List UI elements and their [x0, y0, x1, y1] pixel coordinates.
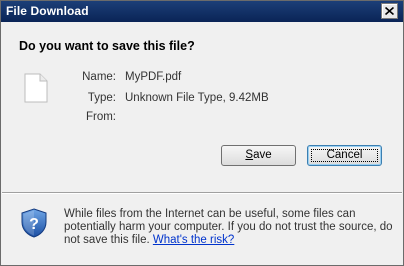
save-label-rest: ave — [253, 149, 272, 161]
cancel-button-label: Cancel — [326, 149, 363, 161]
from-label: From: — [85, 111, 116, 123]
window-title: File Download — [6, 4, 89, 18]
file-download-dialog: File Download Do you want to save this f… — [0, 0, 404, 266]
save-button[interactable]: Save — [221, 145, 296, 166]
close-icon — [385, 7, 394, 15]
file-name-value: MyPDF.pdf — [125, 71, 182, 83]
svg-text:?: ? — [29, 216, 39, 233]
name-label: Name: — [82, 71, 116, 83]
shield-icon: ? — [21, 208, 47, 238]
save-access-key: S — [245, 149, 254, 161]
whats-the-risk-link[interactable]: What's the risk? — [153, 234, 234, 246]
type-label: Type: — [87, 92, 116, 104]
title-bar[interactable]: File Download — [1, 1, 403, 22]
warning-message: While files from the Internet can be use… — [64, 208, 394, 246]
cancel-button[interactable]: Cancel — [307, 145, 382, 166]
close-button[interactable] — [381, 3, 398, 19]
security-warning: ? While files from the Internet can be u… — [2, 194, 402, 265]
save-button-label: Save — [245, 149, 271, 161]
dialog-question: Do you want to save this file? — [19, 39, 195, 53]
file-type-value: Unknown File Type, 9.42MB — [125, 92, 269, 104]
dialog-body: Do you want to save this file? Name: MyP… — [2, 22, 402, 192]
